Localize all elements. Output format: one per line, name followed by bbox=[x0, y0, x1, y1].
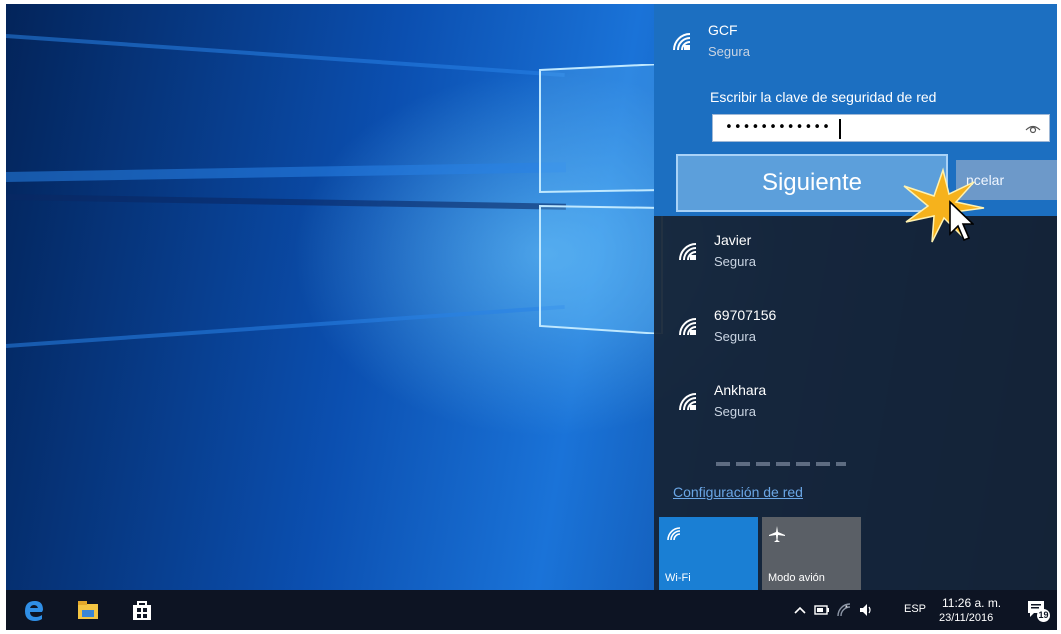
light-ray bbox=[6, 304, 565, 348]
network-item-partial bbox=[716, 462, 846, 466]
battery-icon[interactable] bbox=[814, 602, 830, 618]
svg-text:*: * bbox=[845, 605, 848, 612]
airplane-icon bbox=[769, 526, 785, 542]
tile-label: Modo avión bbox=[768, 572, 825, 584]
reveal-password-icon[interactable] bbox=[1025, 121, 1041, 137]
network-status: Segura bbox=[708, 44, 750, 59]
network-item-gcf[interactable]: GCF Segura bbox=[670, 16, 1030, 68]
store-icon[interactable] bbox=[130, 598, 154, 622]
wifi-secure-icon bbox=[679, 393, 697, 411]
windows-logo bbox=[539, 64, 663, 334]
clock-time[interactable]: 11:26 a. m. bbox=[942, 596, 1001, 610]
password-value: •••••••••••• bbox=[725, 120, 831, 135]
network-item-69707156[interactable]: 69707156 Segura bbox=[676, 301, 1036, 353]
file-explorer-icon[interactable] bbox=[76, 598, 100, 622]
light-ray bbox=[6, 194, 566, 210]
network-settings-link[interactable]: Configuración de red bbox=[673, 484, 803, 500]
network-name: 69707156 bbox=[714, 307, 777, 323]
network-item-javier[interactable]: Javier Segura bbox=[676, 226, 1036, 278]
airplane-mode-tile[interactable]: Modo avión bbox=[762, 517, 861, 590]
text-caret bbox=[839, 119, 841, 139]
network-name: GCF bbox=[708, 22, 738, 38]
wifi-secure-icon bbox=[679, 243, 697, 261]
network-status: Segura bbox=[714, 329, 756, 344]
volume-icon[interactable] bbox=[858, 602, 874, 618]
light-ray bbox=[6, 162, 567, 182]
network-item-ankhara[interactable]: Ankhara Segura bbox=[676, 376, 1036, 428]
wifi-icon bbox=[667, 527, 681, 541]
action-center-button[interactable]: 19 bbox=[1026, 598, 1050, 622]
password-label: Escribir la clave de seguridad de red bbox=[710, 89, 937, 105]
network-status: Segura bbox=[714, 254, 756, 269]
clock-date[interactable]: 23/11/2016 bbox=[939, 612, 993, 624]
wifi-secure-icon bbox=[679, 318, 697, 336]
notification-count: 19 bbox=[1037, 609, 1050, 622]
network-icon[interactable]: * bbox=[836, 602, 852, 618]
chevron-up-icon[interactable] bbox=[792, 602, 808, 618]
network-name: Javier bbox=[714, 232, 752, 248]
network-status: Segura bbox=[714, 404, 756, 419]
wifi-secure-icon bbox=[673, 33, 691, 51]
security-key-input[interactable]: •••••••••••• bbox=[712, 114, 1050, 142]
input-language[interactable]: ESP bbox=[904, 603, 926, 615]
screen: GCF Segura Escribir la clave de segurida… bbox=[6, 4, 1057, 630]
taskbar: * ESP 11:26 a. m. 23/11/2016 19 bbox=[6, 590, 1057, 630]
edge-icon[interactable] bbox=[22, 598, 46, 622]
light-ray bbox=[6, 34, 565, 78]
tile-label: Wi-Fi bbox=[665, 572, 691, 584]
network-name: Ankhara bbox=[714, 382, 767, 398]
wifi-toggle-tile[interactable]: Wi-Fi bbox=[659, 517, 758, 590]
